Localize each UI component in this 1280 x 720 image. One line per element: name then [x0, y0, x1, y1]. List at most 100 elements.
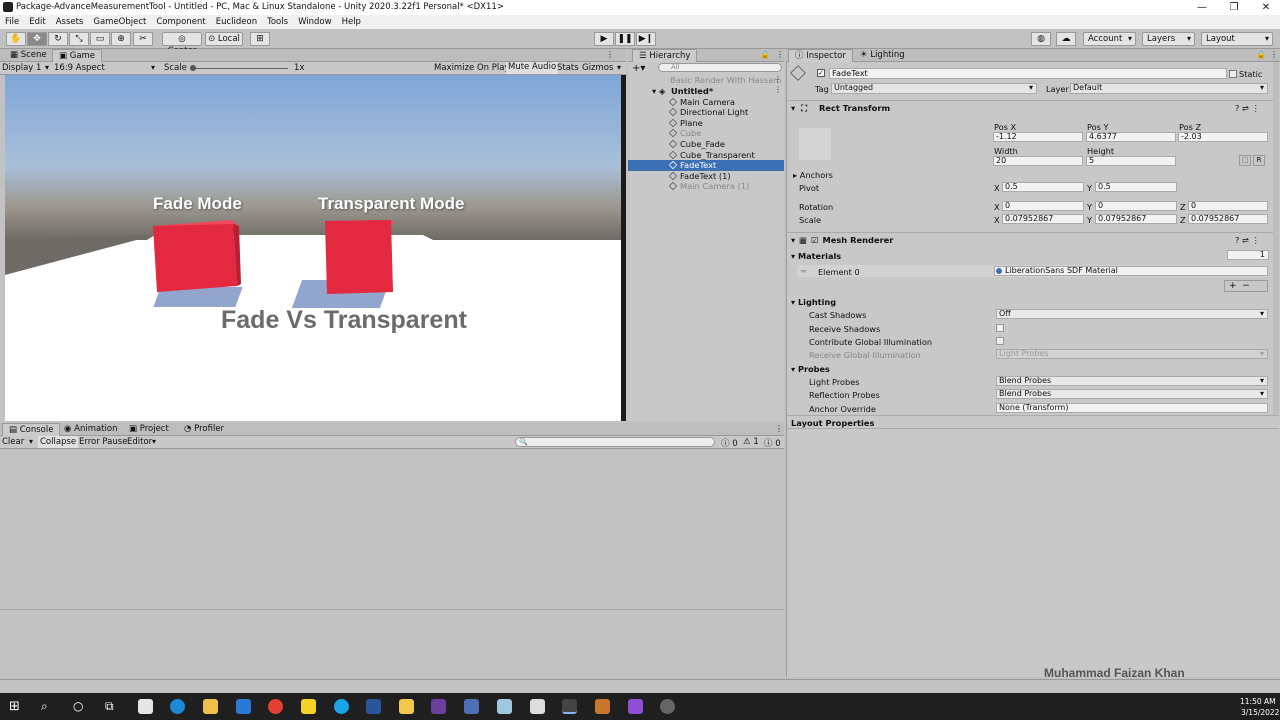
- tab-scene[interactable]: ▦ Scene: [4, 49, 53, 62]
- unity-editor-icon[interactable]: [562, 699, 577, 714]
- rect-tool-icon[interactable]: ▭: [90, 32, 110, 46]
- error-pause-toggle[interactable]: Error Pause: [79, 437, 127, 447]
- active-checkbox[interactable]: ✓: [817, 69, 825, 77]
- stats-toggle[interactable]: Stats: [557, 63, 579, 73]
- task-view-icon[interactable]: ⧉: [105, 699, 114, 714]
- mail-icon[interactable]: [236, 699, 251, 714]
- menu-help[interactable]: Help: [342, 15, 361, 29]
- rotation-z-field[interactable]: 0: [1188, 201, 1268, 211]
- static-checkbox[interactable]: [1229, 70, 1237, 78]
- list-item[interactable]: Main Camera: [628, 97, 784, 108]
- tab-hierarchy[interactable]: ☰ Hierarchy: [632, 49, 698, 62]
- store-icon[interactable]: [138, 699, 153, 714]
- hierarchy-search-input[interactable]: All: [658, 63, 782, 72]
- editor-dropdown[interactable]: Editor: [127, 437, 159, 447]
- pause-button-icon[interactable]: ❚❚: [615, 32, 635, 46]
- inspector-scrollbar[interactable]: [1273, 62, 1279, 415]
- winrar-icon[interactable]: [595, 699, 610, 714]
- word-icon[interactable]: [366, 699, 381, 714]
- pos-x-field[interactable]: -1.12: [993, 132, 1083, 142]
- file-explorer-icon[interactable]: [203, 699, 218, 714]
- item-menu-icon[interactable]: ⋮: [774, 75, 782, 84]
- list-item-selected[interactable]: FadeText: [628, 160, 784, 171]
- anchor-presets-icon[interactable]: [799, 128, 831, 160]
- menu-edit[interactable]: Edit: [29, 15, 45, 29]
- tab-console[interactable]: ▤ Console: [2, 423, 61, 436]
- vs-code-icon[interactable]: [628, 699, 643, 714]
- clock-time[interactable]: 11:50 AM: [1240, 697, 1276, 706]
- tab-project[interactable]: ▣ Project: [123, 423, 175, 436]
- tab-profiler[interactable]: ◔ Profiler: [178, 423, 230, 436]
- pivot-local-button[interactable]: ⊙ Local: [205, 32, 243, 46]
- width-field[interactable]: 20: [993, 156, 1083, 166]
- paint-icon[interactable]: [464, 699, 479, 714]
- warning-count[interactable]: ⚠ 1: [743, 437, 759, 447]
- chrome-icon[interactable]: [268, 699, 283, 714]
- mute-audio-toggle[interactable]: Mute Audio: [506, 62, 559, 74]
- maximize-on-play-toggle[interactable]: Maximize On Play: [434, 63, 509, 73]
- menu-gameobject[interactable]: GameObject: [93, 15, 146, 29]
- scale-slider-track[interactable]: [190, 68, 288, 69]
- hand-tool-icon[interactable]: ✋: [6, 32, 26, 46]
- list-item[interactable]: Cube: [628, 128, 784, 139]
- menu-component[interactable]: Component: [156, 15, 205, 29]
- transform-tool-icon[interactable]: ⊕: [111, 32, 131, 46]
- expand-icon[interactable]: ▾: [791, 103, 795, 113]
- list-item[interactable]: FadeText (1): [628, 171, 784, 182]
- panel-menu-icon[interactable]: ⋮: [775, 424, 783, 433]
- list-item[interactable]: Basic Render With Hassam: [628, 75, 784, 86]
- add-remove-element-buttons[interactable]: + −: [1224, 280, 1268, 292]
- menu-tools[interactable]: Tools: [267, 15, 288, 29]
- pivot-center-button[interactable]: ◎ Center: [162, 32, 202, 56]
- rotation-y-field[interactable]: 0: [1095, 201, 1177, 211]
- gizmos-dropdown[interactable]: Gizmos: [582, 63, 624, 73]
- scale-y-field[interactable]: 0.07952867: [1095, 214, 1177, 224]
- layers-dropdown[interactable]: Layers: [1142, 32, 1195, 46]
- list-item[interactable]: Cube_Fade: [628, 139, 784, 150]
- lighting-section-label[interactable]: ▾ Lighting: [791, 297, 836, 307]
- folder-icon[interactable]: [399, 699, 414, 714]
- scale-tool-icon[interactable]: ⤡: [69, 32, 89, 46]
- custom-tool-icon[interactable]: ✂: [133, 32, 153, 46]
- expand-icon[interactable]: ▾: [791, 235, 795, 245]
- menu-euclideon[interactable]: Euclideon: [216, 15, 257, 29]
- probes-section-label[interactable]: ▾ Probes: [791, 364, 830, 374]
- item-menu-icon[interactable]: ⋮: [774, 85, 782, 94]
- play-button-icon[interactable]: ▶: [594, 32, 614, 46]
- tab-lighting[interactable]: ☀ Lighting: [854, 49, 911, 62]
- grid-snap-icon[interactable]: ⊞: [250, 32, 270, 46]
- tab-game[interactable]: ▣ Game: [52, 49, 103, 62]
- rotate-tool-icon[interactable]: ↻: [48, 32, 68, 46]
- layout-properties-header[interactable]: Layout Properties: [787, 415, 1279, 429]
- raw-edit-button[interactable]: R: [1253, 155, 1265, 166]
- panel-menu-icon[interactable]: ⋮: [776, 50, 784, 59]
- maximize-button[interactable]: ❐: [1218, 0, 1250, 15]
- anchors-label[interactable]: ▸ Anchors: [793, 170, 833, 180]
- obs-icon[interactable]: [660, 699, 675, 714]
- menu-file[interactable]: File: [5, 15, 19, 29]
- search-icon[interactable]: ⌕: [41, 699, 48, 714]
- display-dropdown[interactable]: Display 1: [2, 63, 52, 73]
- console-search-input[interactable]: 🔍: [515, 437, 715, 447]
- clock-date[interactable]: 3/15/2022: [1241, 708, 1279, 717]
- element-0-field[interactable]: LiberationSans SDF Material: [994, 266, 1268, 276]
- list-item[interactable]: Main Camera (1): [628, 181, 784, 192]
- height-field[interactable]: 5: [1086, 156, 1176, 166]
- list-item[interactable]: Cube_Transparent: [628, 150, 784, 161]
- skype-icon[interactable]: [334, 699, 349, 714]
- lock-icon[interactable]: 🔒: [1256, 50, 1266, 59]
- receive-shadows-checkbox[interactable]: [996, 324, 1004, 332]
- pos-z-field[interactable]: -2.03: [1178, 132, 1268, 142]
- light-probes-dropdown[interactable]: Blend Probes: [996, 376, 1268, 386]
- mesh-renderer-checkbox[interactable]: ☑: [811, 235, 818, 245]
- contribute-gi-checkbox[interactable]: [996, 337, 1004, 345]
- scale-z-field[interactable]: 0.07952867: [1188, 214, 1268, 224]
- add-object-button[interactable]: +▾: [632, 63, 645, 74]
- help-icon[interactable]: ? ⇌ ⋮: [1235, 233, 1260, 247]
- object-name-field[interactable]: FadeText: [829, 68, 1227, 79]
- windows-start-icon[interactable]: ⊞: [9, 699, 20, 714]
- menu-assets[interactable]: Assets: [56, 15, 84, 29]
- close-button[interactable]: ✕: [1250, 0, 1280, 15]
- layout-dropdown[interactable]: Layout: [1201, 32, 1273, 46]
- drag-handle-icon[interactable]: ═: [801, 266, 806, 276]
